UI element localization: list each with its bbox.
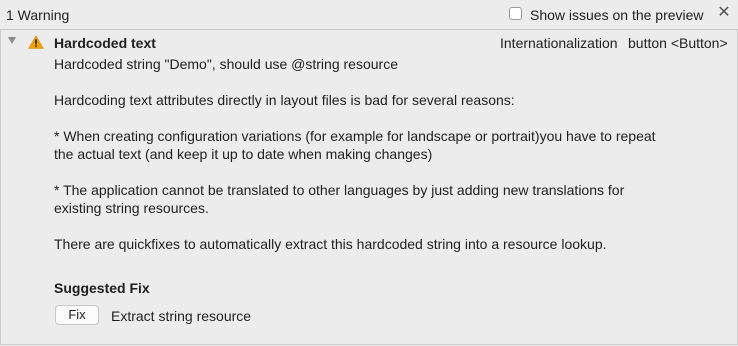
warning-icon [28,35,44,49]
fix-description: Extract string resource [111,308,252,324]
show-issues-on-preview-label[interactable]: Show issues on the preview [530,7,704,23]
issue-summary: Hardcoded string "Demo", should use @str… [54,56,398,72]
description-paragraph: There are quickfixes to automatically ex… [54,236,607,252]
description-paragraph: Hardcoding text attributes directly in l… [54,92,515,108]
collapse-triangle-icon[interactable] [8,37,16,44]
issue-panel: Hardcoded text Internationalization butt… [0,30,738,345]
close-icon[interactable]: ✕ [715,4,733,22]
suggested-fix-heading: Suggested Fix [54,280,150,296]
issue-description: Hardcoded string "Demo", should use @str… [54,55,674,253]
warning-count: 1 Warning [6,7,70,23]
fix-button[interactable]: Fix [55,305,99,325]
description-paragraph: * When creating configuration variations… [54,128,656,162]
issues-header: 1 Warning Show issues on the preview ✕ [0,0,738,30]
issue-category: Internationalization [500,35,618,51]
issue-header-row[interactable]: Hardcoded text Internationalization butt… [1,30,737,54]
issue-title: Hardcoded text [54,35,156,51]
show-issues-on-preview-checkbox[interactable] [509,7,522,20]
issue-target: button <Button> [628,35,728,51]
description-paragraph: * The application cannot be translated t… [54,182,625,216]
